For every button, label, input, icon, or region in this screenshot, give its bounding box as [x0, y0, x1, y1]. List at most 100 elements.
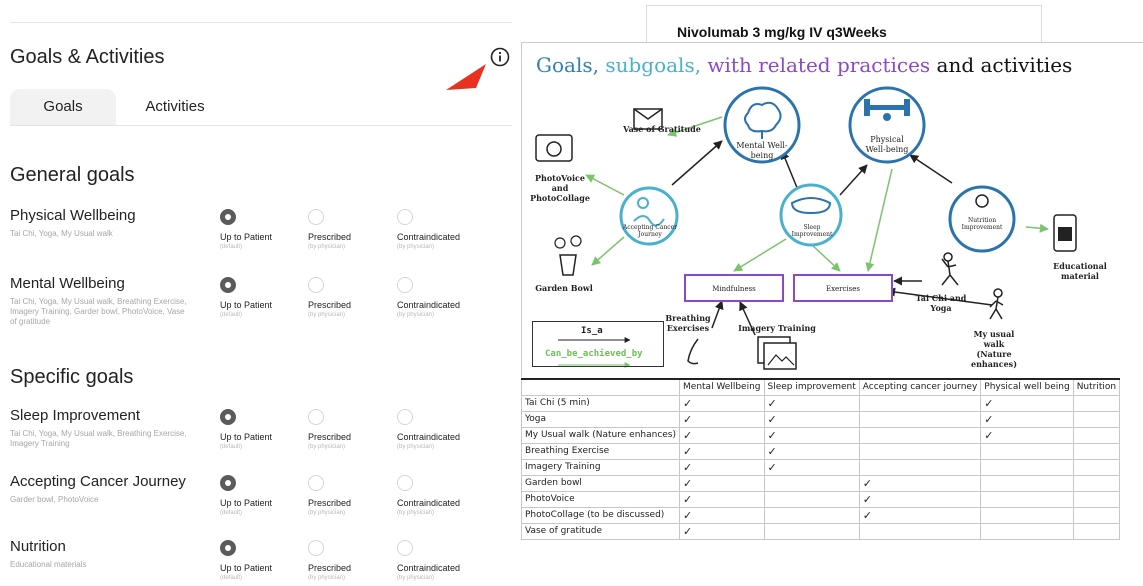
drug-regimen-text: Nivolumab 3 mg/kg IV q3Weeks — [677, 24, 887, 40]
empty-cell — [1072, 442, 1121, 460]
table-row: My Usual walk (Nature enhances) ✓ ✓ ✓ — [520, 426, 1121, 444]
option-hint: (by physician) — [397, 575, 435, 581]
radio-up-to-patient[interactable] — [220, 209, 236, 225]
empty-cell — [1072, 522, 1121, 540]
label-imagery-training: Imagery Training — [738, 323, 816, 333]
goal-title: Mental Wellbeing — [10, 275, 125, 292]
empty-cell — [763, 522, 860, 540]
option-label: Prescribed — [308, 432, 352, 442]
activity-name-cell: Imagery Training — [520, 458, 681, 476]
option-label: Contraindicated — [397, 232, 461, 242]
node-mindfulness: Mindfulness — [712, 285, 756, 293]
goal-activities: Tai Chi, Yoga, My Usual walk, Breathing … — [10, 429, 187, 448]
option-label: Up to Patient — [220, 498, 273, 508]
check-mark-cell: ✓ — [679, 506, 765, 524]
radio-contraindicated[interactable] — [397, 277, 413, 293]
goal-title: Nutrition — [10, 538, 66, 555]
node-mental-wellbeing: Mental Well-being — [736, 141, 788, 160]
radio-prescribed[interactable] — [308, 277, 324, 293]
empty-cell — [980, 458, 1074, 476]
check-mark-cell: ✓ — [763, 394, 860, 412]
option-label: Up to Patient — [220, 563, 273, 573]
option-label: Prescribed — [308, 232, 352, 242]
option-label: Contraindicated — [397, 432, 461, 442]
document-header: Nivolumab 3 mg/kg IV q3Weeks — [646, 5, 1042, 45]
goals-diagram: Goals, subgoals, with related practices … — [521, 42, 1143, 377]
option-hint: (default) — [220, 312, 243, 318]
activity-name-cell: Garden bowl — [520, 474, 681, 492]
option-hint: (by physician) — [397, 244, 435, 250]
empty-cell — [858, 458, 982, 476]
radio-prescribed[interactable] — [308, 475, 324, 491]
legend-is-a: Is_a — [581, 326, 603, 336]
empty-cell — [980, 506, 1074, 524]
radio-contraindicated[interactable] — [397, 409, 413, 425]
option-label: Prescribed — [308, 498, 352, 508]
radio-contraindicated[interactable] — [397, 209, 413, 225]
radio-prescribed[interactable] — [308, 409, 324, 425]
label-vase-of-gratitude: Vase of Gratitude — [623, 124, 701, 134]
label-my-usual-walk: My usual walk (Nature enhances) — [971, 329, 1017, 369]
check-mark-cell: ✓ — [763, 410, 860, 428]
table-row: Imagery Training ✓ ✓ — [520, 458, 1121, 476]
radio-up-to-patient[interactable] — [220, 409, 236, 425]
empty-cell — [980, 522, 1074, 540]
check-mark-cell: ✓ — [763, 458, 860, 476]
radio-prescribed[interactable] — [308, 209, 324, 225]
goal-activities: Tai Chi, Yoga, My Usual walk, Breathing … — [10, 297, 187, 326]
empty-cell — [1072, 426, 1121, 444]
radio-up-to-patient[interactable] — [220, 540, 236, 556]
goal-title: Sleep Improvement — [10, 407, 141, 424]
label-garden-bowl: Garden Bowl — [535, 283, 593, 293]
tab-bar: Goals Activities — [10, 89, 512, 126]
option-label: Contraindicated — [397, 563, 461, 573]
table-column-header: Mental Wellbeing — [679, 378, 765, 396]
empty-cell — [763, 474, 860, 492]
check-mark-cell: ✓ — [679, 410, 765, 428]
option-label: Contraindicated — [397, 498, 461, 508]
radio-contraindicated[interactable] — [397, 540, 413, 556]
goal-activities: Tai Chi, Yoga, My Usual walk — [10, 229, 113, 238]
empty-cell — [763, 490, 860, 508]
check-mark-cell: ✓ — [763, 442, 860, 460]
specific-goals-heading: Specific goals — [10, 366, 134, 388]
table-column-header: Sleep improvement — [763, 378, 860, 396]
check-mark-cell: ✓ — [858, 506, 982, 524]
label-photovoice: PhotoVoice and PhotoCollage — [530, 173, 590, 203]
option-hint: (by physician) — [308, 510, 346, 516]
check-mark-cell: ✓ — [763, 426, 860, 444]
check-mark-cell: ✓ — [980, 410, 1074, 428]
node-sleep-improvement: Sleep Improvement — [791, 224, 833, 238]
divider — [10, 22, 512, 23]
check-mark-cell: ✓ — [980, 394, 1074, 412]
goal-activities: Garder bowl, PhotoVoice — [10, 495, 99, 504]
radio-up-to-patient[interactable] — [220, 277, 236, 293]
table-column-header: Accepting cancer journey — [858, 378, 982, 396]
option-hint: (by physician) — [308, 244, 346, 250]
table-row: Breathing Exercise ✓ ✓ — [520, 442, 1121, 460]
empty-cell — [1072, 458, 1121, 476]
check-mark-cell: ✓ — [679, 442, 765, 460]
check-mark-cell: ✓ — [980, 426, 1074, 444]
option-hint: (default) — [220, 575, 243, 581]
diagram-legend: Is_a Can_be_achieved_by — [532, 321, 664, 367]
empty-cell — [980, 474, 1074, 492]
tab-goals[interactable]: Goals — [10, 89, 116, 125]
table-column-header: Physical well being — [980, 378, 1074, 396]
label-breathing-exercises: Breathing Exercises — [665, 313, 711, 333]
option-hint: (by physician) — [397, 444, 435, 450]
empty-cell — [858, 522, 982, 540]
info-icon[interactable] — [490, 47, 510, 67]
option-label: Prescribed — [308, 563, 352, 573]
option-label: Up to Patient — [220, 232, 273, 242]
table-row: PhotoCollage (to be discussed) ✓ ✓ — [520, 506, 1121, 524]
radio-prescribed[interactable] — [308, 540, 324, 556]
node-exercises: Exercises — [825, 285, 861, 293]
activity-goal-table: Mental Wellbeing Sleep improvement Accepti… — [520, 378, 1121, 540]
activity-name-cell: Yoga — [520, 410, 681, 428]
radio-contraindicated[interactable] — [397, 475, 413, 491]
empty-cell — [858, 394, 982, 412]
radio-up-to-patient[interactable] — [220, 475, 236, 491]
activity-name-cell: My Usual walk (Nature enhances) — [520, 426, 681, 444]
tab-activities[interactable]: Activities — [135, 89, 215, 125]
